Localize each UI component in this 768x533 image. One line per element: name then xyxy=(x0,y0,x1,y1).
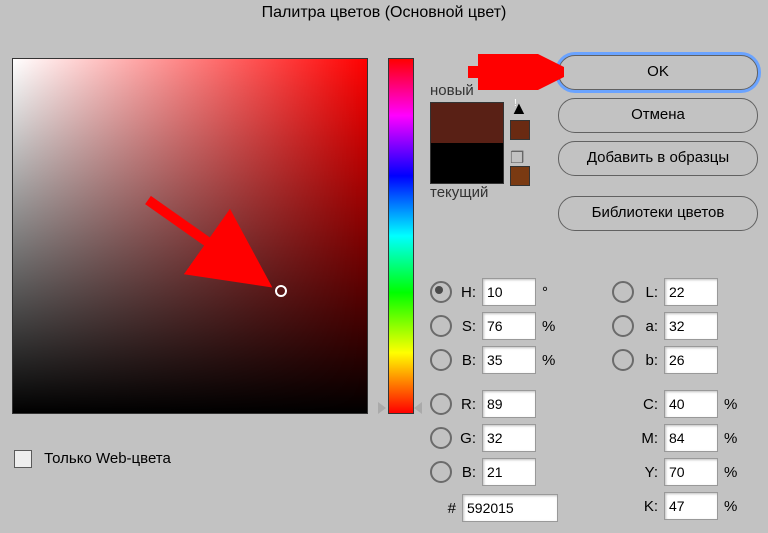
ok-button[interactable]: OK xyxy=(558,55,758,90)
unit-pct: % xyxy=(542,318,555,335)
label-m: M: xyxy=(638,430,658,447)
radio-b[interactable] xyxy=(430,349,452,371)
row-y: Y: % xyxy=(634,458,737,486)
unit-pct3: % xyxy=(724,396,737,413)
row-g: G: xyxy=(430,424,536,452)
gamut-warning-icon[interactable]: ▲ xyxy=(510,98,528,119)
radio-b2[interactable] xyxy=(430,461,452,483)
input-h[interactable] xyxy=(482,278,536,306)
unit-pct5: % xyxy=(724,464,737,481)
label-hash: # xyxy=(440,500,456,517)
input-hex[interactable] xyxy=(462,494,558,522)
label-L: L: xyxy=(638,284,658,301)
color-field[interactable] xyxy=(12,58,368,414)
radio-a[interactable] xyxy=(612,315,634,337)
input-g[interactable] xyxy=(482,424,536,452)
label-h: H: xyxy=(456,284,476,301)
input-s[interactable] xyxy=(482,312,536,340)
unit-pct6: % xyxy=(724,498,737,515)
row-s: S: % xyxy=(430,312,555,340)
unit-pct2: % xyxy=(542,352,555,369)
radio-bb[interactable] xyxy=(612,349,634,371)
radio-L[interactable] xyxy=(612,281,634,303)
radio-g[interactable] xyxy=(430,427,452,449)
hue-handle-left[interactable] xyxy=(378,402,386,414)
window-title: Палитра цветов (Основной цвет) xyxy=(0,4,768,22)
row-c: C: % xyxy=(634,390,737,418)
new-color-swatch[interactable] xyxy=(431,103,503,143)
row-L: L: xyxy=(612,278,718,306)
label-g: G: xyxy=(456,430,476,447)
web-only-checkbox-row: Только Web-цвета xyxy=(14,450,171,468)
unit-pct4: % xyxy=(724,430,737,447)
row-b2: B: xyxy=(430,458,536,486)
cancel-button[interactable]: Отмена xyxy=(558,98,758,133)
input-y[interactable] xyxy=(664,458,718,486)
input-bb[interactable] xyxy=(664,346,718,374)
current-color-swatch[interactable] xyxy=(431,143,503,183)
label-a: a: xyxy=(638,318,658,335)
input-a[interactable] xyxy=(664,312,718,340)
input-b[interactable] xyxy=(482,346,536,374)
web-only-checkbox[interactable] xyxy=(14,450,32,468)
add-swatch-button[interactable]: Добавить в образцы xyxy=(558,141,758,176)
new-color-label: новый xyxy=(430,82,474,99)
label-k: K: xyxy=(638,498,658,515)
input-b2[interactable] xyxy=(482,458,536,486)
label-y: Y: xyxy=(638,464,658,481)
row-a: a: xyxy=(612,312,718,340)
row-h: H: ° xyxy=(430,278,548,306)
input-k[interactable] xyxy=(664,492,718,520)
label-b2: B: xyxy=(456,464,476,481)
label-b: B: xyxy=(456,352,476,369)
row-bb: b: xyxy=(612,346,718,374)
input-r[interactable] xyxy=(482,390,536,418)
input-m[interactable] xyxy=(664,424,718,452)
row-k: K: % xyxy=(634,492,737,520)
label-s: S: xyxy=(456,318,476,335)
color-field-cursor xyxy=(275,285,287,297)
unit-degree: ° xyxy=(542,284,548,301)
row-m: M: % xyxy=(634,424,737,452)
color-swatch-box xyxy=(430,102,504,184)
web-only-label: Только Web-цвета xyxy=(44,450,171,467)
label-r: R: xyxy=(456,396,476,413)
radio-s[interactable] xyxy=(430,315,452,337)
annotation-arrow-ok xyxy=(464,54,564,90)
gamut-warning-swatch[interactable] xyxy=(510,120,530,140)
row-r: R: xyxy=(430,390,536,418)
hue-slider[interactable] xyxy=(388,58,414,414)
input-L[interactable] xyxy=(664,278,718,306)
hue-handle-right[interactable] xyxy=(414,402,422,414)
radio-r[interactable] xyxy=(430,393,452,415)
web-safe-icon[interactable]: ❒ xyxy=(510,148,524,168)
color-libraries-button[interactable]: Библиотеки цветов xyxy=(558,196,758,231)
input-c[interactable] xyxy=(664,390,718,418)
radio-h[interactable] xyxy=(430,281,452,303)
row-b: B: % xyxy=(430,346,555,374)
web-safe-swatch[interactable] xyxy=(510,166,530,186)
gamut-warning-exclaim: ! xyxy=(514,98,517,109)
label-c: C: xyxy=(638,396,658,413)
label-bb: b: xyxy=(638,352,658,369)
row-hex: # xyxy=(436,494,558,522)
current-color-label: текущий xyxy=(430,184,488,201)
